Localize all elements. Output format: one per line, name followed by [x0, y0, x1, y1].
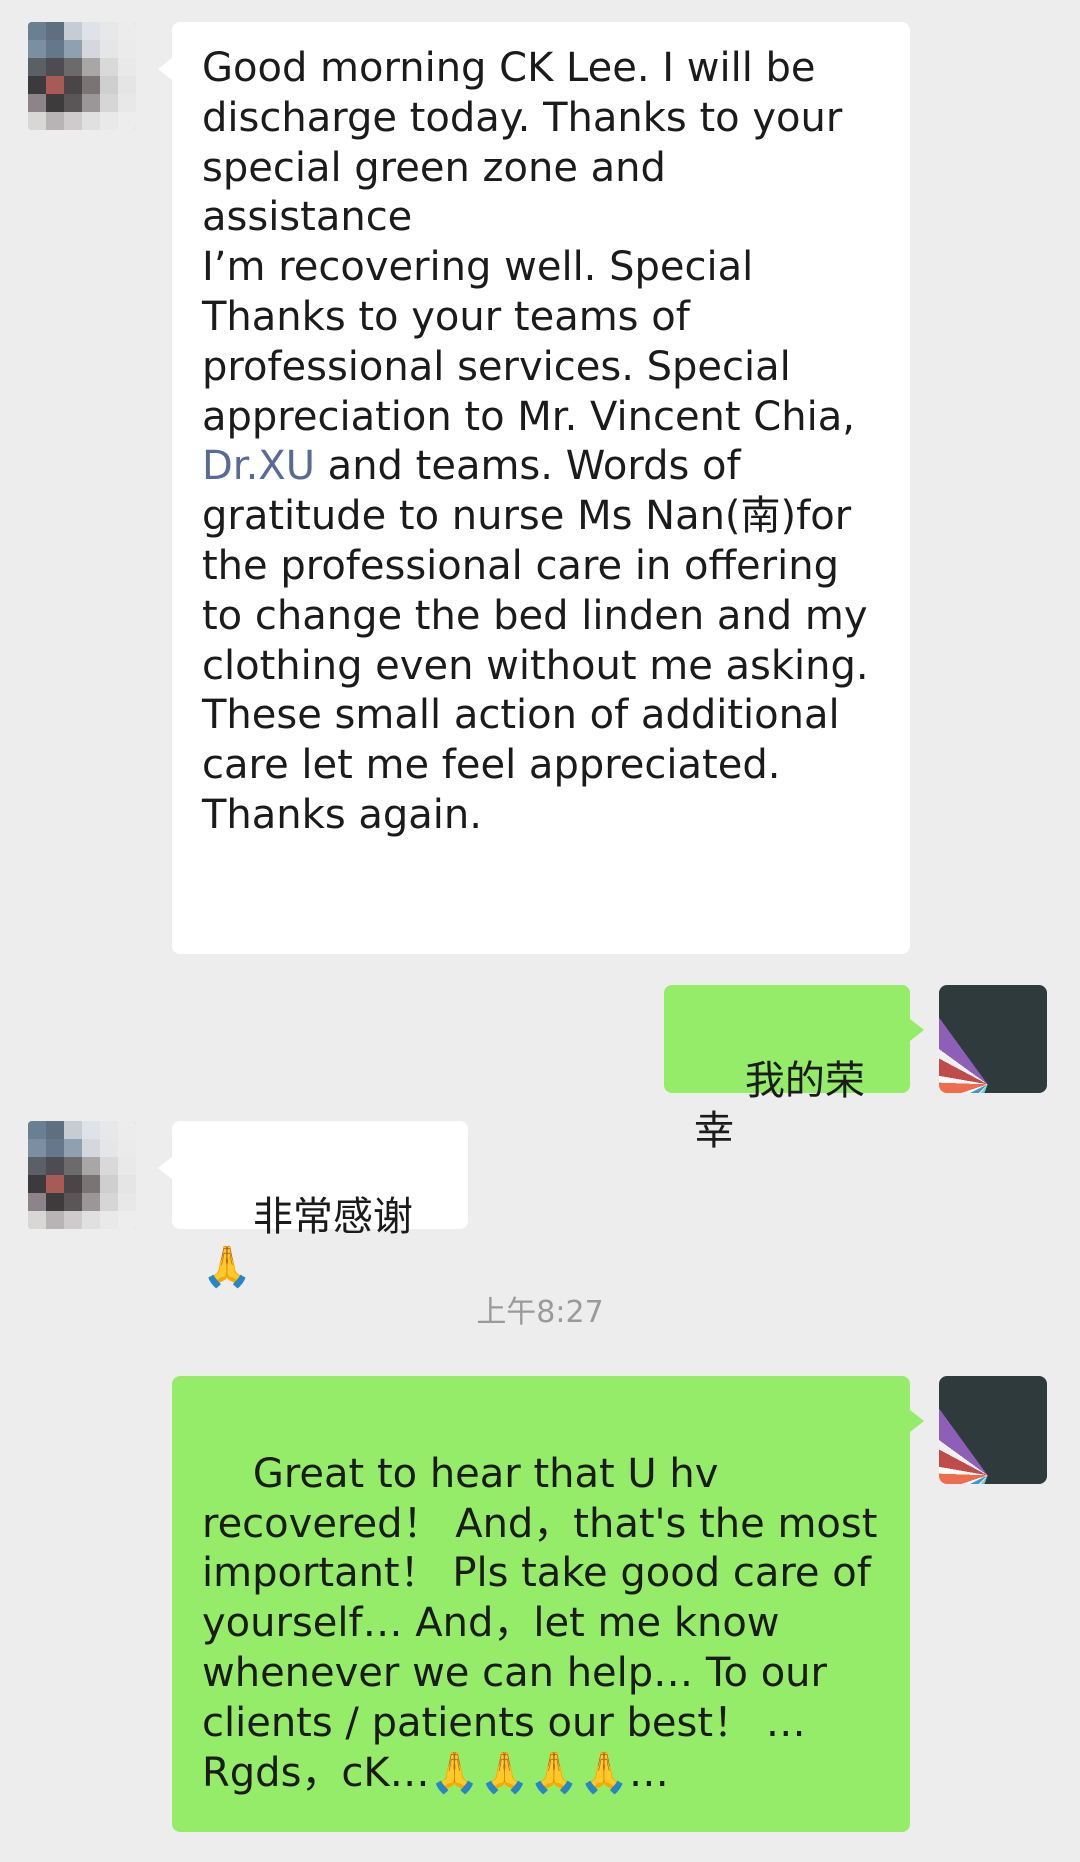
message-text: 非常感谢🙏 — [202, 1193, 413, 1290]
chat-conversation: Good morning CK Lee. I will be discharge… — [0, 0, 1080, 1862]
incoming-message-bubble[interactable]: Good morning CK Lee. I will be discharge… — [158, 22, 910, 954]
self-avatar[interactable] — [939, 985, 1047, 1093]
message-text: Great to hear that U hv recovered！ And，t… — [202, 1450, 878, 1796]
incoming-message-bubble[interactable]: 非常感谢🙏 — [158, 1121, 468, 1290]
message-timestamp: 上午8:27 — [476, 1295, 604, 1330]
outgoing-message-bubble[interactable]: Great to hear that U hv recovered！ And，t… — [172, 1376, 924, 1832]
message-text: Good morning CK Lee. I will be discharge… — [202, 45, 855, 440]
contact-avatar[interactable] — [28, 1121, 136, 1229]
message-text: and teams. Words of gratitude to nurse M… — [202, 443, 869, 838]
outgoing-message-bubble[interactable]: 我的荣幸 — [664, 985, 924, 1154]
message-text: 我的荣幸 — [694, 1057, 865, 1154]
doctor-name-link[interactable]: Dr.XU — [202, 443, 315, 489]
self-avatar[interactable] — [939, 1376, 1047, 1484]
contact-avatar[interactable] — [28, 22, 136, 130]
